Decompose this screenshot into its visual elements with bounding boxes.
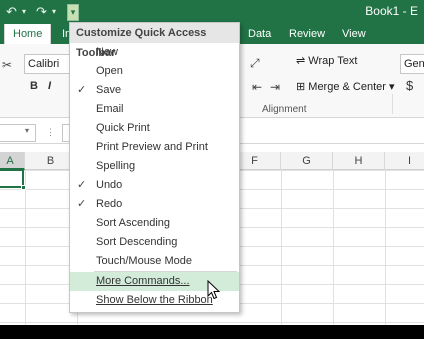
checkmark-icon: ✓ bbox=[77, 179, 87, 191]
excel-window: ↶ ▾ ↷ ▾ ▾ Book1 - E Home In Data Review … bbox=[0, 0, 424, 325]
menu-item-quick-print[interactable]: Quick Print bbox=[70, 119, 239, 138]
menu-items: New Open ✓ Save Email Quick Print Print Previe… bbox=[70, 43, 239, 271]
redo-dropdown-icon[interactable]: ▾ bbox=[52, 2, 56, 22]
merge-center-button[interactable]: ⊞ Merge & Center ▾ bbox=[296, 80, 395, 93]
merge-center-label: Merge & Center bbox=[308, 81, 386, 93]
fill-handle[interactable] bbox=[21, 185, 26, 190]
menu-item-label: Email bbox=[96, 103, 124, 115]
column-header-h[interactable]: H bbox=[333, 152, 385, 170]
window-title: Book1 - E bbox=[365, 4, 418, 18]
menu-item-label: Sort Ascending bbox=[96, 217, 170, 229]
checkmark-icon: ✓ bbox=[77, 84, 87, 96]
orientation-icon[interactable]: ⤢ bbox=[250, 56, 260, 71]
column-header-i[interactable]: I bbox=[385, 152, 424, 170]
checkmark-icon: ✓ bbox=[77, 198, 87, 210]
menu-item-label: Redo bbox=[96, 198, 123, 210]
number-format-box[interactable]: Gene bbox=[400, 54, 424, 74]
menu-item-label: Undo bbox=[96, 179, 123, 191]
grid-line bbox=[25, 170, 26, 325]
name-box-dropdown-icon[interactable]: ▾ bbox=[25, 126, 29, 135]
wrap-text-button[interactable]: ⇌ Wrap Text bbox=[296, 54, 357, 67]
decrease-indent-icon[interactable]: ⇤ bbox=[252, 80, 262, 94]
menu-item-email[interactable]: Email bbox=[70, 100, 239, 119]
currency-icon[interactable]: $ bbox=[406, 78, 413, 93]
tab-review[interactable]: Review bbox=[281, 24, 333, 44]
menu-item-label: Sort Descending bbox=[96, 236, 178, 248]
wrap-text-label: Wrap Text bbox=[308, 55, 358, 67]
grid-line bbox=[385, 170, 386, 325]
undo-icon[interactable]: ↶ bbox=[6, 2, 17, 22]
column-header-g[interactable]: G bbox=[281, 152, 333, 170]
menu-item-label: Print Preview and Print bbox=[96, 141, 208, 153]
bold-button[interactable]: B bbox=[30, 80, 38, 92]
tab-data[interactable]: Data bbox=[240, 24, 279, 44]
menu-item-open[interactable]: Open bbox=[70, 62, 239, 81]
increase-indent-icon[interactable]: ⇥ bbox=[270, 80, 280, 94]
customize-qat-button[interactable]: ▾ bbox=[67, 4, 79, 21]
menu-item-sort-ascending[interactable]: Sort Ascending bbox=[70, 214, 239, 233]
customize-qat-menu: Customize Quick Access Toolbar New Open ✓ S… bbox=[69, 22, 240, 313]
more-commands-label: More Commands... bbox=[96, 275, 190, 287]
menu-item-touch-mouse-mode[interactable]: Touch/Mouse Mode bbox=[70, 252, 239, 271]
menu-item-label: New bbox=[96, 46, 119, 58]
show-below-ribbon-label: Show Below the Ribbon bbox=[96, 294, 213, 306]
name-box[interactable] bbox=[0, 124, 36, 142]
menu-item-label: Save bbox=[96, 84, 122, 96]
menu-item-print-preview-and-print[interactable]: Print Preview and Print bbox=[70, 138, 239, 157]
tab-view[interactable]: View bbox=[334, 24, 374, 44]
italic-button[interactable]: I bbox=[48, 80, 51, 92]
redo-icon[interactable]: ↷ bbox=[36, 2, 47, 22]
undo-dropdown-icon[interactable]: ▾ bbox=[22, 2, 26, 22]
menu-item-undo[interactable]: ✓ Undo bbox=[70, 176, 239, 195]
menu-title: Customize Quick Access Toolbar bbox=[70, 23, 239, 59]
tab-home[interactable]: Home bbox=[4, 24, 52, 44]
font-name-box[interactable]: Calibri bbox=[24, 54, 72, 74]
grid-line bbox=[281, 170, 282, 325]
title-bar: ↶ ▾ ↷ ▾ ▾ Book1 - E bbox=[0, 0, 424, 24]
menu-item-label: Open bbox=[96, 65, 123, 77]
mouse-cursor-icon bbox=[207, 280, 221, 300]
wrap-text-icon: ⇌ bbox=[296, 55, 309, 67]
format-painter-icon[interactable]: ✂ bbox=[2, 58, 12, 72]
merge-icon: ⊞ bbox=[296, 81, 309, 93]
menu-item-label: Spelling bbox=[96, 160, 136, 172]
alignment-group-label: Alignment bbox=[262, 104, 307, 115]
menu-item-save[interactable]: ✓ Save bbox=[70, 81, 239, 100]
menu-item-spelling[interactable]: Spelling bbox=[70, 157, 239, 176]
menu-item-sort-descending[interactable]: Sort Descending bbox=[70, 233, 239, 252]
menu-item-label: Touch/Mouse Mode bbox=[96, 255, 192, 267]
column-header-a[interactable]: A bbox=[0, 152, 25, 170]
menu-item-label: Quick Print bbox=[96, 122, 150, 134]
menu-item-new[interactable]: New bbox=[70, 43, 239, 62]
more-icon: ⋮ bbox=[46, 127, 55, 137]
grid-line bbox=[333, 170, 334, 325]
group-divider bbox=[392, 94, 393, 114]
menu-item-redo[interactable]: ✓ Redo bbox=[70, 195, 239, 214]
